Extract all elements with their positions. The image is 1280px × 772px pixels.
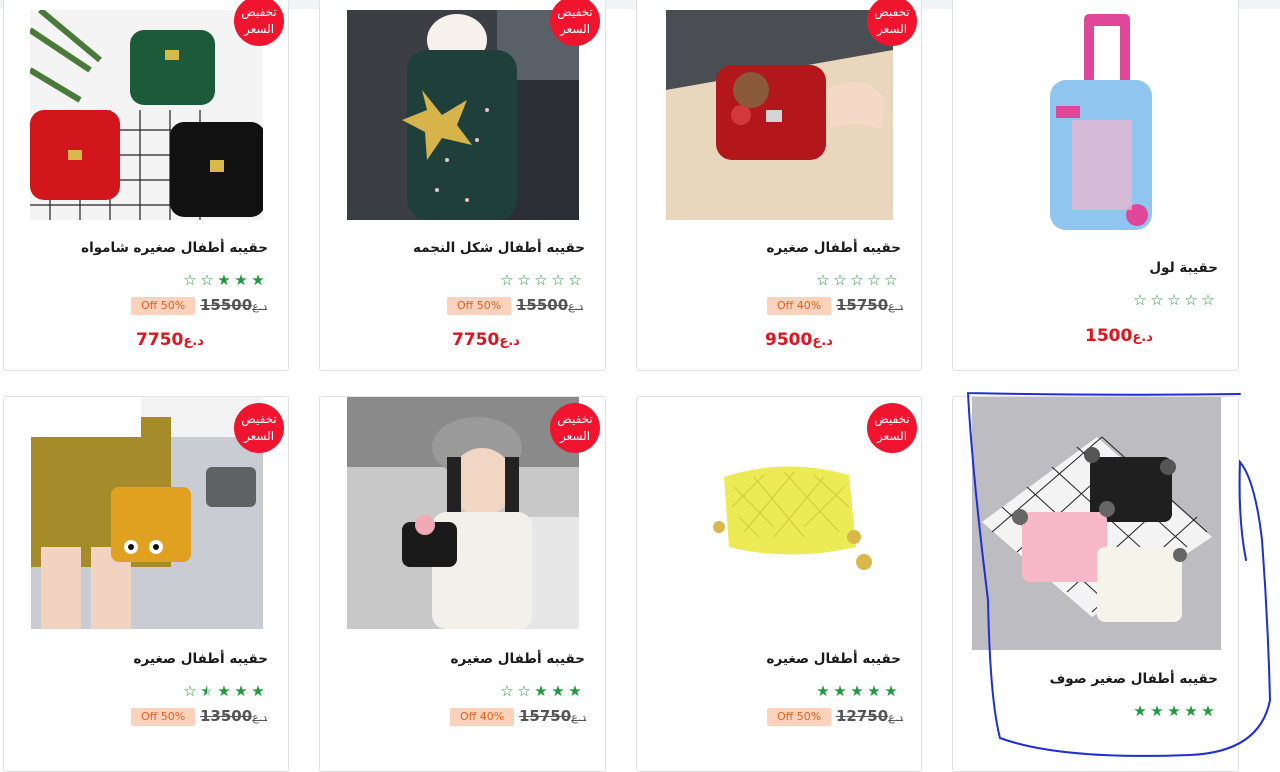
product-card[interactable]: تخفيض السعر حقيبه أطفال صغيره ☆ ☆ ☆ ☆ ☆ 1575… [636, 0, 922, 371]
discount-label: Off 50% [131, 297, 196, 315]
old-price: 15500د.ع [516, 296, 584, 314]
sale-badge: تخفيض السعر [234, 0, 284, 46]
product-title[interactable]: حقيبه أطفال صغيره [451, 651, 585, 667]
star-icon: ★ [234, 682, 248, 700]
star-icon: ☆ [517, 682, 531, 700]
rating-stars: ★ ★ ★ ★ ★ [815, 683, 899, 699]
star-icon: ★ [1167, 702, 1181, 720]
sale-badge: تخفيض السعر [867, 0, 917, 46]
star-icon: ★ [833, 682, 847, 700]
product-card[interactable]: تخفيض السعر حقيبه أطفال صغيره ★ ★ ★ ★ ★ 1275… [636, 396, 922, 772]
star-icon: ★ [217, 271, 231, 289]
price: 9500د.ع [765, 330, 833, 350]
product-card[interactable]: حقيبه أطفال صغير صوف ★ ★ ★ ★ ★ [952, 396, 1239, 772]
rating-stars: ★ ★ ★ ☆ ☆ [499, 683, 583, 699]
star-icon: ★ [816, 682, 830, 700]
product-image[interactable] [30, 10, 263, 220]
sale-badge: تخفيض السعر [550, 403, 600, 453]
product-image[interactable] [664, 397, 896, 629]
star-icon: ☆ [884, 271, 898, 289]
star-icon: ★ [1184, 702, 1198, 720]
product-image[interactable] [347, 10, 579, 220]
star-icon: ☆ [500, 682, 514, 700]
star-icon: ★ [1133, 702, 1147, 720]
product-image[interactable] [666, 10, 893, 220]
star-icon: ☆ [200, 271, 214, 289]
product-title[interactable]: حقيبه أطفال صغير صوف [1050, 671, 1218, 687]
product-title[interactable]: حقيبه أطفال صغيره [767, 651, 901, 667]
rating-stars: ★ ★ ★ ☆ ☆ [182, 272, 266, 288]
product-title[interactable]: حقيبة لول [1149, 260, 1218, 276]
product-card[interactable]: تخفيض السعر حقيبه أطفال صغيره ★ ★ ★ ★ ☆ 1350… [3, 396, 289, 772]
star-icon: ★ [1201, 702, 1215, 720]
star-icon: ★ [884, 682, 898, 700]
sale-badge: تخفيض السعر [550, 0, 600, 46]
discount-label: Off 50% [447, 297, 512, 315]
star-icon: ★ [1150, 702, 1164, 720]
discount-label: Off 40% [767, 297, 832, 315]
star-icon: ★ [568, 682, 582, 700]
star-icon: ☆ [1133, 291, 1147, 309]
price: 7750د.ع [452, 330, 520, 350]
product-card[interactable]: تخفيض السعر حقيبه أطفال صغيره ★ ★ ★ ☆ ☆ 1575… [319, 396, 606, 772]
star-icon: ☆ [1150, 291, 1164, 309]
star-icon: ☆ [1167, 291, 1181, 309]
product-title[interactable]: حقيبه أطفال صغيره [134, 651, 268, 667]
product-card[interactable]: تخفيض السعر حقيبه أطفال صغيره شامواه ★ ★ ★… [3, 0, 289, 371]
product-card[interactable]: حقيبة لول ☆ ☆ ☆ ☆ ☆ 1500د.ع [952, 0, 1239, 371]
rating-stars: ☆ ☆ ☆ ☆ ☆ [1132, 292, 1216, 308]
star-icon: ☆ [833, 271, 847, 289]
star-icon: ☆ [534, 271, 548, 289]
sale-badge: تخفيض السعر [234, 403, 284, 453]
discount-label: Off 40% [450, 708, 515, 726]
star-icon: ★ [200, 682, 214, 700]
rating-stars: ★ ★ ★ ★ ★ [1132, 703, 1216, 719]
star-icon: ☆ [1184, 291, 1198, 309]
rating-stars: ★ ★ ★ ★ ☆ [182, 683, 266, 699]
star-icon: ☆ [568, 271, 582, 289]
product-title[interactable]: حقيبه أطفال شكل النجمه [413, 240, 585, 256]
star-icon: ☆ [517, 271, 531, 289]
product-image[interactable] [972, 397, 1221, 650]
star-icon: ☆ [500, 271, 514, 289]
star-icon: ☆ [183, 271, 197, 289]
star-icon: ☆ [867, 271, 881, 289]
discount-label: Off 50% [767, 708, 832, 726]
star-icon: ☆ [850, 271, 864, 289]
star-icon: ★ [551, 682, 565, 700]
star-icon: ★ [251, 271, 265, 289]
product-title[interactable]: حقيبه أطفال صغيره [767, 240, 901, 256]
product-image[interactable] [31, 397, 263, 629]
rating-stars: ☆ ☆ ☆ ☆ ☆ [815, 272, 899, 288]
price: 7750د.ع [136, 330, 204, 350]
discount-label: Off 50% [131, 708, 196, 726]
old-price: 15750د.ع [519, 707, 587, 725]
old-price: 15500د.ع [200, 296, 268, 314]
old-price: 15750د.ع [836, 296, 904, 314]
old-price: 12750د.ع [836, 707, 904, 725]
star-icon: ☆ [1201, 291, 1215, 309]
star-icon: ★ [534, 682, 548, 700]
product-title[interactable]: حقيبه أطفال صغيره شامواه [81, 240, 268, 256]
old-price: 13500د.ع [200, 707, 268, 725]
product-image[interactable] [347, 397, 579, 629]
star-icon: ★ [251, 682, 265, 700]
star-icon: ★ [217, 682, 231, 700]
product-card[interactable]: تخفيض السعر حقيبه أطفال شكل النجمه ☆ ☆ ☆ ☆ ☆… [319, 0, 606, 371]
rating-stars: ☆ ☆ ☆ ☆ ☆ [499, 272, 583, 288]
star-icon: ☆ [183, 682, 197, 700]
star-icon: ☆ [816, 271, 830, 289]
star-icon: ★ [234, 271, 248, 289]
sale-badge: تخفيض السعر [867, 403, 917, 453]
star-icon: ☆ [551, 271, 565, 289]
star-icon: ★ [850, 682, 864, 700]
price: 1500د.ع [1085, 326, 1153, 346]
star-icon: ★ [867, 682, 881, 700]
product-image[interactable] [972, 10, 1222, 240]
